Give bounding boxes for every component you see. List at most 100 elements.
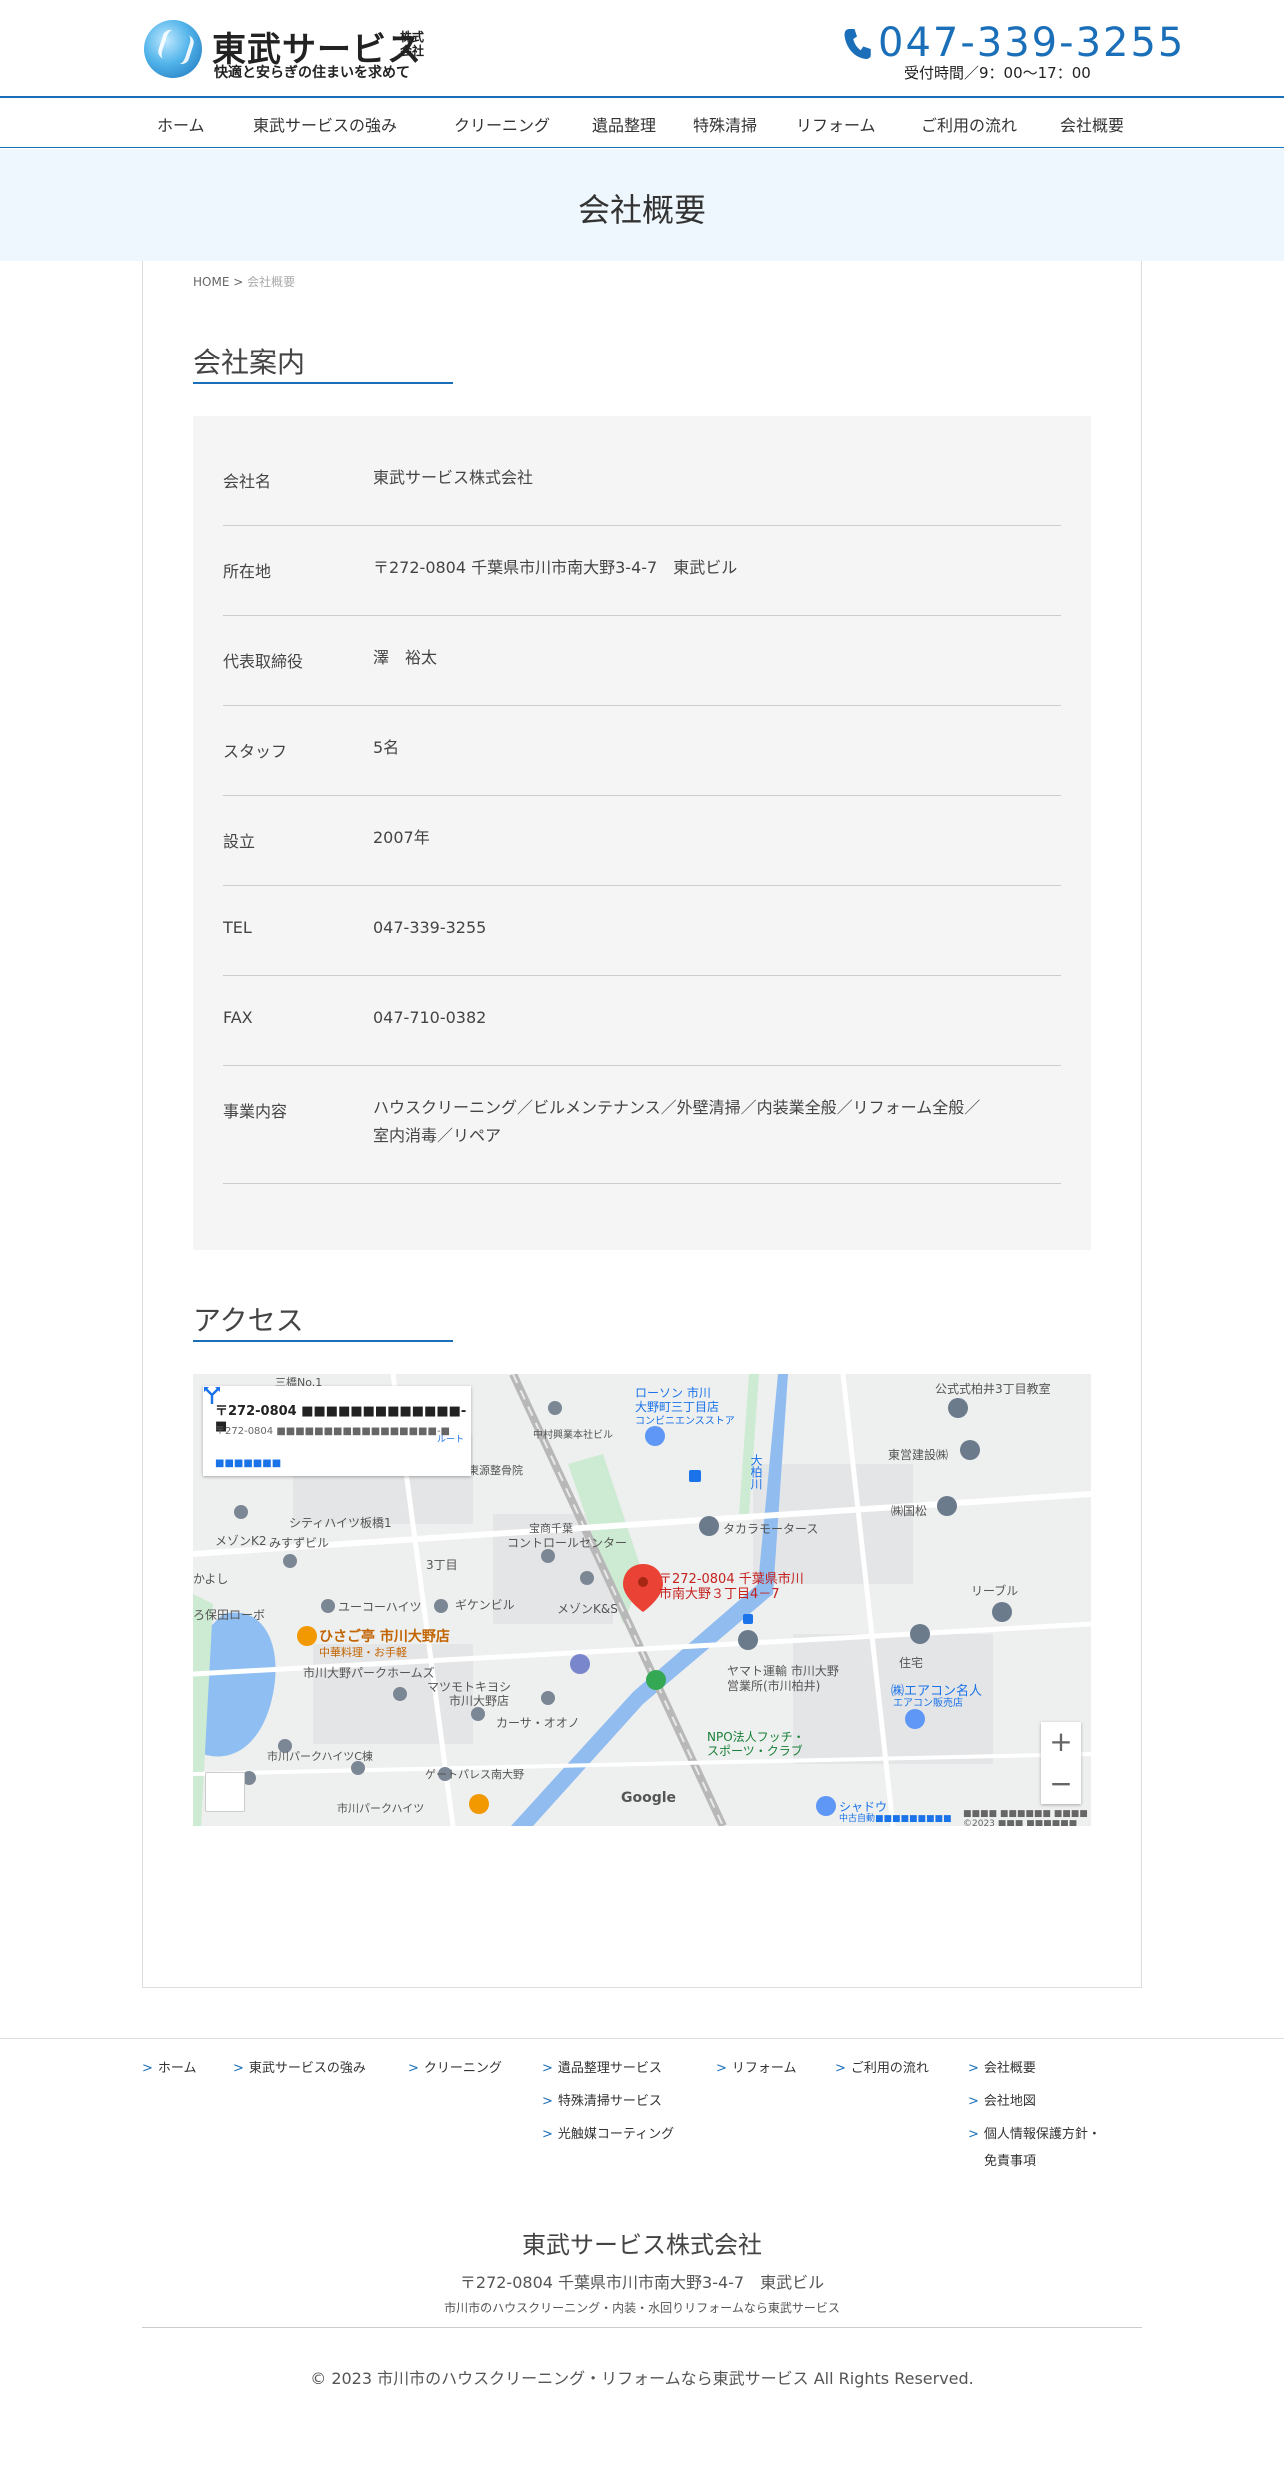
phone-icon bbox=[844, 29, 871, 59]
google-map[interactable]: ローソン 市川 大野町三丁目店 コンビニエンスストア 中村興業本社ビル 公式式柏… bbox=[193, 1374, 1091, 1826]
nav-item-reform[interactable]: リフォーム bbox=[796, 112, 876, 136]
directions-icon[interactable] bbox=[203, 1386, 221, 1404]
map-label: エアコン販売店 bbox=[893, 1698, 963, 1709]
map-pin-label[interactable]: 市南大野３丁目4－7 bbox=[659, 1583, 780, 1602]
heading-underline bbox=[193, 1340, 453, 1342]
chevron-right-icon: > bbox=[716, 2061, 727, 2076]
info-label: 会社名 bbox=[223, 472, 272, 491]
street-view-pegman-icon[interactable] bbox=[205, 1772, 245, 1812]
header-phone-number[interactable]: 047-339-3255 bbox=[878, 20, 1185, 66]
footer-link-photocatalyst[interactable]: > 光触媒コーティング bbox=[542, 2123, 674, 2142]
map-label: 市川大野店 bbox=[449, 1694, 510, 1708]
map-label: 営業所(市川柏井) bbox=[727, 1679, 821, 1693]
footer-copyright: © 2023 市川市のハウスクリーニング・リフォームなら東武サービス All R… bbox=[310, 2369, 974, 2388]
chevron-right-icon: > bbox=[835, 2061, 846, 2076]
business-hours: 受付時間／9：00～17：00 bbox=[904, 64, 1091, 82]
map-label: 3丁目 bbox=[426, 1558, 458, 1572]
site-footer: > ホーム > 東武サービスの強み > クリーニング > 遺品整理サービス > 特殊清掃サ… bbox=[0, 2038, 1284, 2486]
chevron-right-icon: > bbox=[968, 2094, 979, 2109]
nav-item-estate-cleanup[interactable]: 遺品整理 bbox=[592, 112, 656, 136]
info-row-address: 所在地 〒272-0804 千葉県市川市南大野3-4-7 東武ビル bbox=[223, 526, 1061, 616]
map-card-address: 〒272-0804 ■■■■■■■■■■■■■■■■■-■ bbox=[215, 1426, 450, 1437]
map-label: 市川パークハイツC棟 bbox=[267, 1750, 373, 1763]
main-nav: ホーム 東武サービスの強み クリーニング 遺品整理 特殊清掃 リフォーム ご利用… bbox=[0, 96, 1284, 148]
site-header: 東武サービス 株式会社 快適と安らぎの住まいを求めて 047-339-3255 … bbox=[0, 0, 1284, 96]
info-value: 〒272-0804 千葉県市川市南大野3-4-7 東武ビル bbox=[373, 558, 738, 577]
info-label: 事業内容 bbox=[223, 1102, 288, 1121]
footer-address: 〒272-0804 千葉県市川市南大野3-4-7 東武ビル bbox=[459, 2273, 825, 2292]
footer-link-special-cleaning[interactable]: > 特殊清掃サービス bbox=[542, 2090, 662, 2109]
directions-label[interactable]: ルート bbox=[437, 1432, 464, 1445]
footer-link-reform[interactable]: > リフォーム bbox=[716, 2057, 797, 2076]
map-label: メゾンK2 bbox=[215, 1534, 267, 1548]
main-content: HOME > 会社概要 会社案内 会社名 東武サービス株式会社 所在地 〒272… bbox=[142, 261, 1142, 1988]
zoom-out-button[interactable]: − bbox=[1041, 1764, 1081, 1804]
breadcrumb: HOME > 会社概要 bbox=[193, 273, 295, 290]
map-label: コントロールセンター bbox=[507, 1536, 628, 1550]
map-copyright[interactable]: ■■■■ ■■■■■■ ■■■■ ©2023 ■■■ ■■■■■■ bbox=[963, 1809, 1091, 1826]
chevron-right-icon: > bbox=[542, 2094, 553, 2109]
info-value: 澤 裕太 bbox=[373, 648, 438, 667]
info-value: ハウスクリーニング／ビルメンテナンス／外壁清掃／内装業全般／リフォーム全般／ bbox=[373, 1098, 981, 1117]
map-label: 公式式柏井3丁目教室 bbox=[935, 1382, 1051, 1396]
map-label: かよし bbox=[193, 1572, 229, 1586]
logo-tagline: 快適と安らぎの住まいを求めて bbox=[214, 65, 410, 81]
access-heading: アクセス bbox=[193, 1304, 304, 1337]
chevron-right-icon: > bbox=[542, 2061, 553, 2076]
map-label: ユーコーハイツ bbox=[338, 1600, 422, 1614]
map-card-link[interactable]: ■■■■■■■ bbox=[215, 1458, 281, 1469]
nav-item-cleaning[interactable]: クリーニング bbox=[454, 112, 550, 136]
footer-link-privacy[interactable]: > 個人情報保護方針・ bbox=[968, 2123, 1101, 2142]
map-label: ㈱国松 bbox=[891, 1504, 928, 1518]
map-label: 東源整骨院 bbox=[468, 1464, 523, 1477]
breadcrumb-home[interactable]: HOME bbox=[193, 275, 229, 289]
footer-link-flow[interactable]: > ご利用の流れ bbox=[835, 2057, 929, 2076]
info-label: 所在地 bbox=[223, 562, 272, 581]
map-label: シティハイツ板橋1 bbox=[289, 1516, 392, 1530]
map-label[interactable]: スポーツ・クラブ bbox=[707, 1742, 803, 1759]
map-label[interactable]: ひさご亭 市川大野店 bbox=[319, 1626, 450, 1646]
breadcrumb-current: 会社概要 bbox=[247, 275, 296, 289]
heading-underline bbox=[193, 382, 453, 384]
nav-item-flow[interactable]: ご利用の流れ bbox=[921, 112, 1017, 136]
map-label: 市川大野パークホームズ bbox=[303, 1666, 435, 1680]
zoom-in-button[interactable]: + bbox=[1041, 1722, 1081, 1762]
footer-tagline: 市川市のハウスクリーニング・内装・水回りリフォームなら東武サービス bbox=[444, 2301, 840, 2315]
footer-link-map[interactable]: > 会社地図 bbox=[968, 2090, 1036, 2109]
footer-divider bbox=[142, 2327, 1142, 2328]
map-label: ゲートパレス南大野 bbox=[425, 1768, 524, 1781]
map-label: ギケンビル bbox=[455, 1598, 515, 1612]
chevron-right-icon: > bbox=[542, 2127, 553, 2142]
footer-link-home[interactable]: > ホーム bbox=[142, 2057, 197, 2076]
company-info-table: 会社名 東武サービス株式会社 所在地 〒272-0804 千葉県市川市南大野3-… bbox=[193, 416, 1091, 1250]
map-label: コンビニエンスストア bbox=[635, 1416, 735, 1427]
info-row-fax: FAX 047-710-0382 bbox=[223, 976, 1061, 1066]
info-value-line2: 室内消毒／リペア bbox=[373, 1126, 502, 1145]
nav-item-company[interactable]: 会社概要 bbox=[1060, 112, 1124, 136]
map-label: みすずビル bbox=[269, 1536, 330, 1550]
info-label: スタッフ bbox=[223, 742, 288, 761]
footer-link-cleaning[interactable]: > クリーニング bbox=[408, 2057, 502, 2076]
map-label: 中古自動■■■■■■■■■ bbox=[839, 1814, 952, 1824]
map-label: 市川パークハイツ bbox=[337, 1802, 425, 1815]
chevron-right-icon: > bbox=[233, 2061, 244, 2076]
page-title-band: 会社概要 bbox=[0, 149, 1284, 261]
map-label: カーサ・オオノ bbox=[496, 1716, 580, 1730]
chevron-right-icon: > bbox=[408, 2061, 419, 2076]
nav-item-home[interactable]: ホーム bbox=[157, 112, 205, 136]
breadcrumb-separator: > bbox=[233, 275, 244, 289]
map-label: 大柏川 bbox=[749, 1454, 763, 1490]
footer-link-company[interactable]: > 会社概要 bbox=[968, 2057, 1036, 2076]
footer-link-estate-cleanup[interactable]: > 遺品整理サービス bbox=[542, 2057, 662, 2076]
info-label: TEL bbox=[223, 918, 252, 937]
map-label: メゾンK&S bbox=[557, 1602, 618, 1616]
footer-link-privacy-line2[interactable]: 免責事項 bbox=[984, 2150, 1036, 2169]
map-info-card: 〒272-0804 ■■■■■■■■■■■■■-■ 〒272-0804 ■■■■… bbox=[203, 1386, 471, 1476]
page-title: 会社概要 bbox=[577, 191, 706, 229]
logo-icon[interactable] bbox=[144, 20, 202, 78]
nav-item-strengths[interactable]: 東武サービスの強み bbox=[253, 112, 397, 136]
nav-item-special-cleaning[interactable]: 特殊清掃 bbox=[693, 112, 757, 136]
footer-link-strengths[interactable]: > 東武サービスの強み bbox=[233, 2057, 366, 2076]
info-label: 設立 bbox=[223, 832, 256, 851]
map-label: 住宅 bbox=[899, 1656, 924, 1670]
